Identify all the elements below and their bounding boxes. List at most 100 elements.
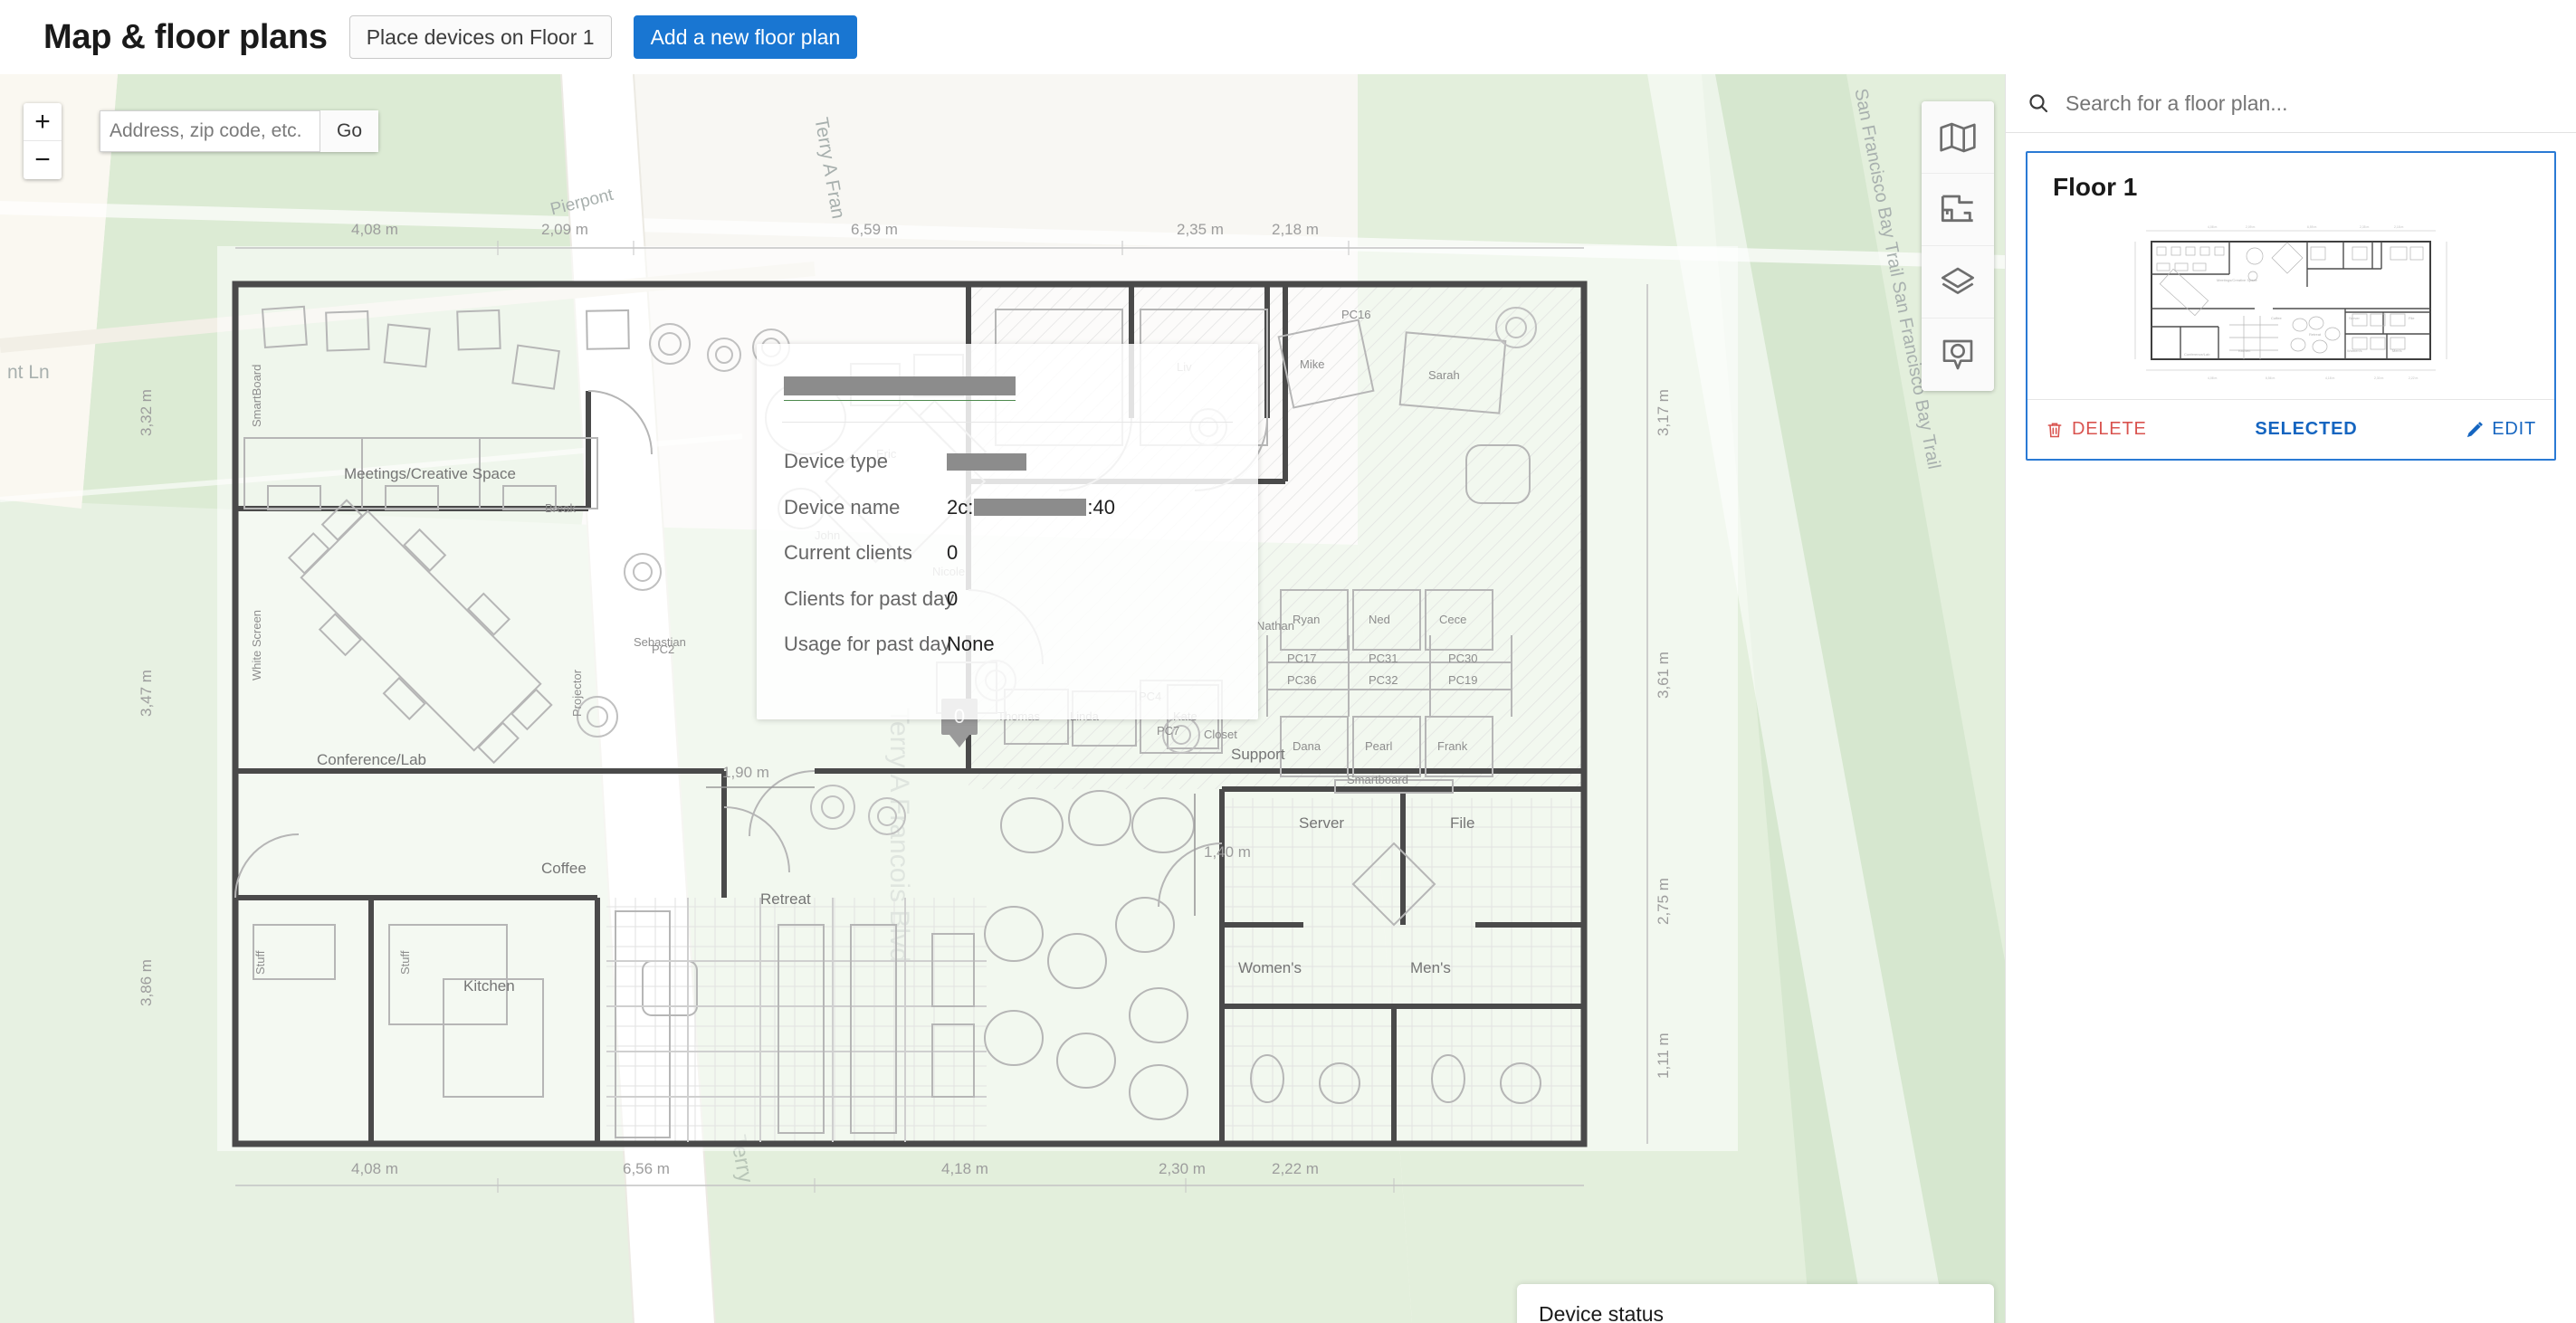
- address-go-button[interactable]: Go: [320, 110, 379, 152]
- edit-floor-plan-button[interactable]: EDIT: [2466, 419, 2536, 440]
- device-popup-title-underline: [784, 400, 1016, 401]
- floor-plan-thumbnail: Meetings/Creative Space Conference/Lab K…: [2040, 209, 2542, 390]
- device-type-redacted: [947, 452, 1026, 471]
- dim-right-1: 3,17 m: [1655, 389, 1672, 436]
- dim-left-3: 3,86 m: [138, 959, 155, 1006]
- floor-plan-card[interactable]: Floor 1 Meetings/Creative Space Conferen…: [2026, 151, 2556, 461]
- edit-label: EDIT: [2492, 419, 2536, 439]
- dim-right-3: 2,75 m: [1655, 878, 1672, 925]
- device-marker-tip: [949, 735, 969, 747]
- zoom-out-button[interactable]: −: [24, 141, 62, 179]
- room-label-ryan: Ryan: [1293, 613, 1321, 626]
- dim-bottom-3: 4,18 m: [941, 1160, 988, 1177]
- room-label-smartboard-left: SmartBoard: [250, 364, 263, 427]
- svg-text:Conference/Lab: Conference/Lab: [2184, 352, 2210, 357]
- room-label-pc19: PC19: [1448, 673, 1478, 687]
- dim-bottom-5: 2,22 m: [1272, 1160, 1319, 1177]
- room-label-kitchen: Kitchen: [463, 977, 515, 995]
- usage-past-day-label: Usage for past day: [784, 633, 951, 655]
- room-label-pearl: Pearl: [1365, 739, 1393, 753]
- room-label-white-screen: White Screen: [250, 609, 263, 681]
- device-popup-row-current-clients: Current clients 0: [784, 539, 1236, 566]
- room-label-pc31: PC31: [1369, 652, 1398, 665]
- trash-icon: [2047, 423, 2062, 437]
- dim-top-2: 2,09 m: [541, 221, 588, 238]
- page-title: Map & floor plans: [43, 17, 328, 56]
- clients-past-day-label: Clients for past day: [784, 586, 955, 610]
- room-label-womens: Women's: [1238, 959, 1302, 976]
- room-label-cece: Cece: [1439, 613, 1467, 626]
- room-label-pc32: PC32: [1369, 673, 1398, 687]
- dim-right-4: 1,11 m: [1655, 1033, 1672, 1079]
- device-name-suffix: :40: [1087, 495, 1115, 519]
- map-and-floor-plans-page: Map & floor plans Place devices on Floor…: [0, 0, 2576, 1323]
- device-info-popup: Device type Device name 2c: :40 Current c…: [757, 344, 1258, 719]
- delete-label: DELETE: [2072, 419, 2147, 439]
- svg-text:4,08 m: 4,08 m: [2208, 225, 2218, 229]
- address-search-box: Go: [100, 110, 379, 152]
- device-popup-rows: Device type Device name 2c: :40 Current c…: [784, 448, 1236, 677]
- room-label-retreat: Retreat: [760, 890, 811, 908]
- floor-plan-card-title: Floor 1: [2053, 173, 2138, 201]
- device-popup-row-clients-past-day: Clients for past day 0: [784, 585, 1236, 613]
- device-name-label: Device name: [784, 495, 901, 519]
- svg-text:2,18 m: 2,18 m: [2394, 225, 2404, 229]
- floor-plan-search-input[interactable]: [2066, 90, 2554, 116]
- room-label-stuff-1: Stuff: [253, 950, 267, 975]
- selected-floor-plan-button[interactable]: SELECTED: [2255, 419, 2357, 440]
- svg-text:2,22 m: 2,22 m: [2409, 376, 2419, 380]
- room-label-dana: Dana: [1293, 739, 1321, 753]
- room-label-support: Support: [1231, 746, 1285, 763]
- map-view-icon[interactable]: [1922, 101, 1994, 174]
- zoom-in-button[interactable]: +: [24, 103, 62, 141]
- room-label-frank: Frank: [1437, 739, 1468, 753]
- room-label-server: Server: [1299, 814, 1345, 832]
- svg-text:Meetings/Creative Space: Meetings/Creative Space: [2217, 278, 2257, 282]
- device-type-value: [947, 452, 1026, 471]
- room-label-mike: Mike: [1300, 357, 1325, 371]
- room-label-projector: Projector: [570, 669, 584, 717]
- map-label-pierpont-ln: nt Ln: [7, 362, 50, 383]
- room-label-closet: Closet: [1204, 728, 1237, 741]
- add-new-floor-plan-button[interactable]: Add a new floor plan: [633, 14, 858, 60]
- device-status-legend: Device status GOOD ALERTING OFFLINE DORM…: [1517, 1284, 1994, 1323]
- current-clients-label: Current clients: [784, 541, 912, 564]
- room-label-sarah: Sarah: [1428, 368, 1460, 382]
- dim-top-4: 2,35 m: [1177, 221, 1224, 238]
- device-status-title: Device status: [1539, 1302, 1665, 1323]
- device-popup-row-usage-past-day: Usage for past day None: [784, 631, 1236, 658]
- usage-past-day-value: None: [947, 633, 995, 655]
- floor-plan-search-bar: [2006, 74, 2576, 133]
- device-type-label: Device type: [784, 450, 888, 472]
- dim-bottom-4: 2,30 m: [1159, 1160, 1206, 1177]
- svg-text:2,35 m: 2,35 m: [2360, 225, 2370, 229]
- svg-text:Men's: Men's: [2392, 348, 2402, 353]
- layers-icon[interactable]: [1922, 246, 1994, 319]
- address-search-input[interactable]: [100, 110, 320, 152]
- map-viewport[interactable]: nt Ln Terry A Fran Pierpont San Francisc…: [0, 74, 2005, 1323]
- dim-top-3: 6,59 m: [851, 221, 898, 238]
- floorplan-view-icon[interactable]: [1922, 174, 1994, 246]
- room-label-file: File: [1450, 814, 1475, 832]
- room-label-nathan: Nathan: [1256, 619, 1294, 633]
- device-name-value: 2c: :40: [947, 496, 1115, 519]
- marker-icon[interactable]: [1922, 319, 1994, 391]
- svg-text:4,08 m: 4,08 m: [2208, 376, 2218, 380]
- device-name-redacted: [974, 499, 1087, 516]
- dim-top-5: 2,18 m: [1272, 221, 1319, 238]
- room-label-pc17: PC17: [1287, 652, 1317, 665]
- room-label-smartboard: Smartboard: [1347, 773, 1408, 786]
- delete-floor-plan-button[interactable]: DELETE: [2046, 419, 2147, 440]
- device-name-prefix: 2c:: [947, 495, 974, 519]
- svg-text:Retreat: Retreat: [2309, 332, 2322, 337]
- place-devices-button[interactable]: Place devices on Floor 1: [348, 14, 612, 60]
- svg-text:2,30 m: 2,30 m: [2374, 376, 2384, 380]
- page-header: Map & floor plans Place devices on Floor…: [0, 0, 2576, 74]
- svg-text:6,59 m: 6,59 m: [2307, 225, 2317, 229]
- room-label-mens: Men's: [1410, 959, 1451, 976]
- room-label-pc30: PC30: [1448, 652, 1478, 665]
- dim-bottom-2: 6,56 m: [623, 1160, 670, 1177]
- dim-right-2: 3,61 m: [1655, 652, 1672, 699]
- svg-text:2,09 m: 2,09 m: [2246, 225, 2256, 229]
- floor-plan-sidebar: Floor 1: [2005, 74, 2576, 1323]
